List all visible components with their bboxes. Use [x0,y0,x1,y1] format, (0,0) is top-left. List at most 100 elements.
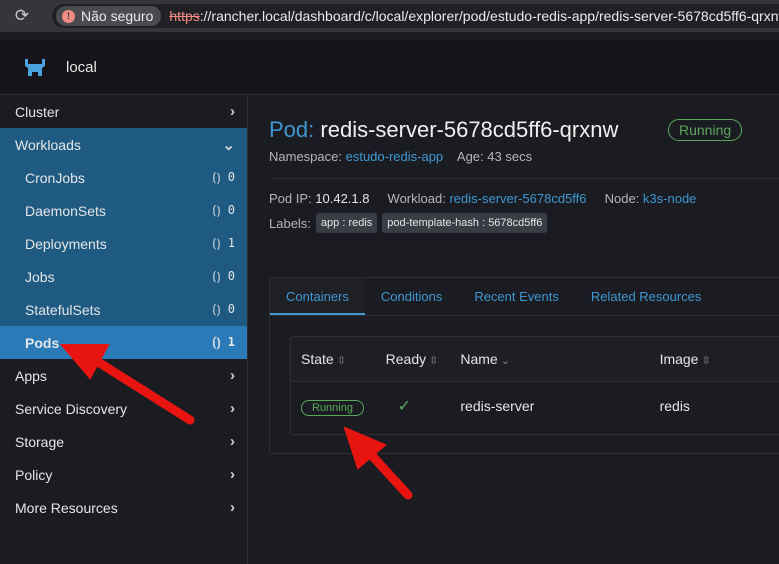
url-scheme: https [169,8,200,24]
cluster-name[interactable]: local [66,59,97,76]
labels-line: Labels: app : redis pod-template-hash : … [269,213,548,233]
age-value: 43 secs [487,149,533,164]
column-header-ready[interactable]: Ready ⇳ [386,351,461,367]
workload-count-icon: ⟮⟯ [212,269,221,283]
chevron-right-icon: › [230,433,235,450]
workload-count: ⟮⟯ 0 [213,170,235,185]
insecure-icon: ! [62,9,75,23]
sidebar-item-label: DaemonSets [25,202,106,219]
node-link[interactable]: k3s-node [643,191,696,206]
sidebar-item-jobs[interactable]: Jobs ⟮⟯ 0 [0,260,247,293]
sidebar-item-daemonsets[interactable]: DaemonSets ⟮⟯ 0 [0,194,247,227]
pod-ip-value: 10.42.1.8 [315,191,370,206]
address-bar[interactable]: ! Não seguro https://rancher.local/dashb… [52,4,779,28]
cell-state: Running [291,398,386,416]
sidebar-item-label: Apps [15,367,47,384]
workload-count-icon: ⟮⟯ [212,236,221,250]
chevron-right-icon: › [230,103,235,120]
sidebar-item-label: CronJobs [25,169,85,186]
sidebar-item-label: Service Discovery [15,400,128,417]
workload-count: ⟮⟯ 0 [213,302,235,317]
sidebar-item-label: Pods [25,334,60,351]
count-value: 0 [227,203,235,217]
chevron-right-icon: › [230,400,235,417]
sidebar-item-policy[interactable]: Policy › [0,458,247,491]
sidebar-item-label: Deployments [25,235,107,252]
status-badge: Running [668,119,743,141]
sidebar-item-cronjobs[interactable]: CronJobs ⟮⟯ 0 [0,161,247,194]
sidebar-item-statefulsets[interactable]: StatefulSets ⟮⟯ 0 [0,293,247,326]
workload-count: ⟮⟯ 0 [213,269,235,284]
workload-count: ⟮⟯ 0 [213,203,235,218]
tabs-panel: Containers Conditions Recent Events Rela… [269,277,779,454]
workload-label: Workload: [387,191,446,206]
workload-count: ⟮⟯ 1 [213,236,235,251]
count-value: 1 [227,236,235,250]
sidebar-item-storage[interactable]: Storage › [0,425,247,458]
sort-icon: ⇳ [429,355,439,367]
table-row[interactable]: Running ✓ redis-server redis [291,382,779,430]
tab-related-resources[interactable]: Related Resources [575,278,718,315]
workload-count-icon: ⟮⟯ [212,170,221,184]
tab-containers[interactable]: Containers [270,278,365,315]
resource-kind: Pod: [269,117,315,142]
column-label: Image [659,351,699,367]
sidebar-item-pods[interactable]: Pods ⟮⟯ 1 [0,326,247,359]
pod-detail: Pod: redis-server-5678cd5ff6-qrxnw Runni… [249,95,779,564]
sidebar-item-service-discovery[interactable]: Service Discovery › [0,392,247,425]
pod-info-line: Pod IP: 10.42.1.8 Workload: redis-server… [269,191,696,206]
chevron-down-icon: ⌄ [222,136,235,154]
node-label: Node: [604,191,640,206]
column-header-image[interactable]: Image ⇳ [660,351,779,367]
workload-count-icon: ⟮⟯ [212,203,221,217]
column-header-state[interactable]: State ⇳ [291,351,386,367]
column-label: State [301,351,334,367]
sidebar-item-label: StatefulSets [25,301,101,318]
security-label: Não seguro [81,8,154,24]
sidebar-item-more-resources[interactable]: More Resources › [0,491,247,524]
tab-conditions[interactable]: Conditions [365,278,458,315]
cell-name: redis-server [460,398,535,414]
chevron-right-icon: › [230,499,235,516]
sidebar-item-label: Policy [15,466,53,483]
security-chip[interactable]: ! Não seguro [56,6,162,26]
chevron-right-icon: › [230,466,235,483]
resource-name: redis-server-5678cd5ff6-qrxnw [320,117,619,142]
sidebar-item-label: Workloads [15,136,81,153]
namespace-link[interactable]: estudo-redis-app [346,149,444,164]
pod-ip-label: Pod IP: [269,191,312,206]
browser-toolbar: ⟳ ! Não seguro https://rancher.local/das… [0,0,779,32]
sidebar: Cluster › Workloads ⌄ CronJobs ⟮⟯ 0 Daem… [0,95,248,564]
workload-count-icon: ⟮⟯ [212,335,221,349]
sort-icon: ⌄ [500,355,510,367]
container-status-badge: Running [301,400,364,416]
namespace-label: Namespace: [269,149,342,164]
namespace-age-line: Namespace: estudo-redis-app Age: 43 secs [269,149,532,164]
sidebar-item-label: Storage [15,433,65,450]
sidebar-item-workloads[interactable]: Workloads ⌄ [0,128,247,161]
url-text[interactable]: https://rancher.local/dashboard/c/local/… [169,8,779,24]
divider [269,178,779,179]
check-icon: ✓ [397,398,412,415]
count-value: 1 [227,335,235,349]
sidebar-item-label: Cluster [15,103,60,120]
cell-image: redis [659,398,690,414]
tab-recent-events[interactable]: Recent Events [458,278,575,315]
workload-count: ⟮⟯ 1 [213,335,235,350]
sidebar-item-deployments[interactable]: Deployments ⟮⟯ 1 [0,227,247,260]
sidebar-item-label: Jobs [25,268,55,285]
table-header: State ⇳ Ready ⇳ Name ⌄ Image ⇳ [291,337,779,382]
sort-icon: ⇳ [336,355,346,367]
count-value: 0 [227,269,235,283]
page-title: Pod: redis-server-5678cd5ff6-qrxnw [269,117,618,143]
sidebar-item-apps[interactable]: Apps › [0,359,247,392]
column-label: Ready [385,351,427,367]
rancher-logo-icon[interactable] [22,54,48,80]
sidebar-item-label: More Resources [15,499,118,516]
labels-label: Labels: [269,215,311,231]
column-header-name[interactable]: Name ⌄ [460,351,659,367]
reload-icon[interactable]: ⟳ [0,6,44,26]
workload-link[interactable]: redis-server-5678cd5ff6 [449,191,586,206]
sidebar-item-cluster[interactable]: Cluster › [0,95,247,128]
count-value: 0 [227,170,235,184]
